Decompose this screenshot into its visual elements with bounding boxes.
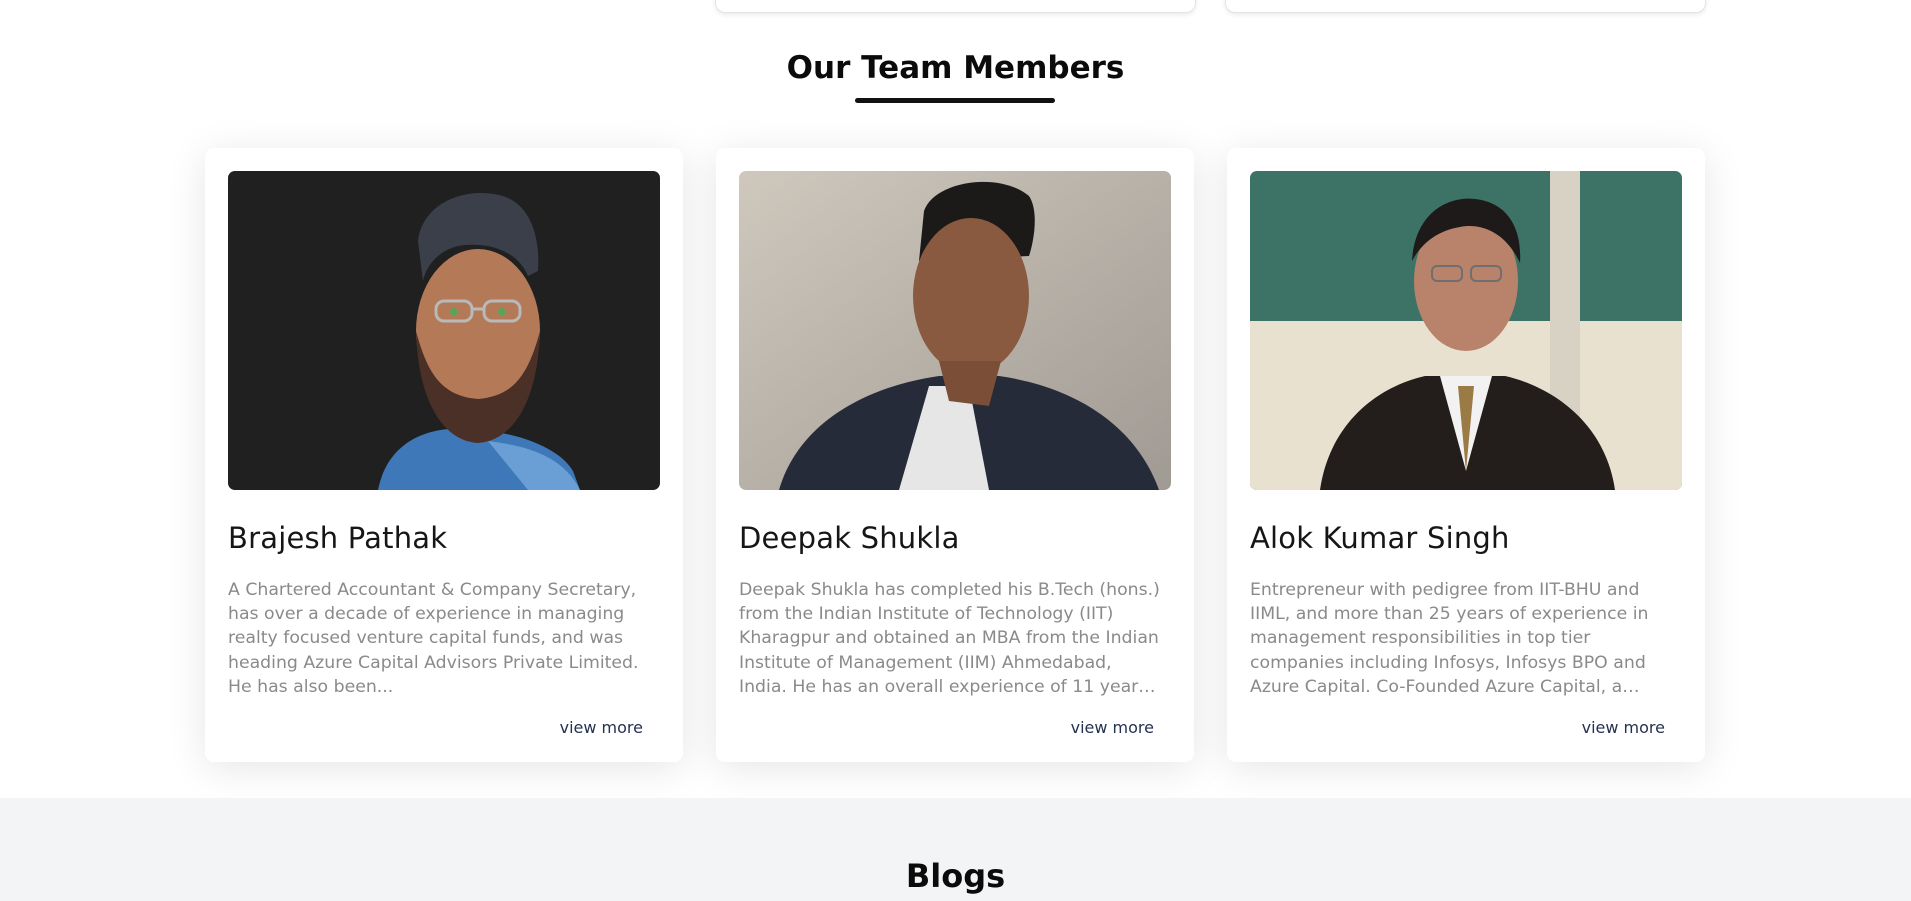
view-more-link[interactable]: view more (560, 718, 643, 737)
member-photo (1250, 171, 1682, 490)
blogs-section-title: Blogs (905, 857, 1006, 895)
member-photo-portrait (228, 171, 660, 490)
member-name: Alok Kumar Singh (1250, 521, 1510, 555)
member-name: Brajesh Pathak (228, 521, 448, 555)
previous-card-bottom (1225, 0, 1706, 13)
view-more-link[interactable]: view more (1071, 718, 1154, 737)
title-underline (855, 98, 1055, 103)
team-member-card: Brajesh Pathak A Chartered Accountant & … (205, 148, 683, 762)
previous-section-cards (0, 0, 1911, 14)
view-more-link[interactable]: view more (1582, 718, 1665, 737)
member-bio: Entrepreneur with pedigree from IIT-BHU … (1250, 580, 1649, 697)
team-section-title: Our Team Members (786, 50, 1125, 86)
member-photo (739, 171, 1171, 490)
previous-card-bottom (715, 0, 1196, 13)
member-name: Deepak Shukla (739, 521, 960, 555)
member-photo-portrait (739, 171, 1171, 490)
member-photo (228, 171, 660, 490)
member-bio: A Chartered Accountant & Company Secreta… (228, 580, 639, 697)
member-photo-portrait (1250, 171, 1682, 490)
team-member-card: Deepak Shukla Deepak Shukla has complete… (716, 148, 1194, 762)
team-member-card: Alok Kumar Singh Entrepreneur with pedig… (1227, 148, 1705, 762)
member-bio: Deepak Shukla has completed his B.Tech (… (739, 580, 1160, 697)
